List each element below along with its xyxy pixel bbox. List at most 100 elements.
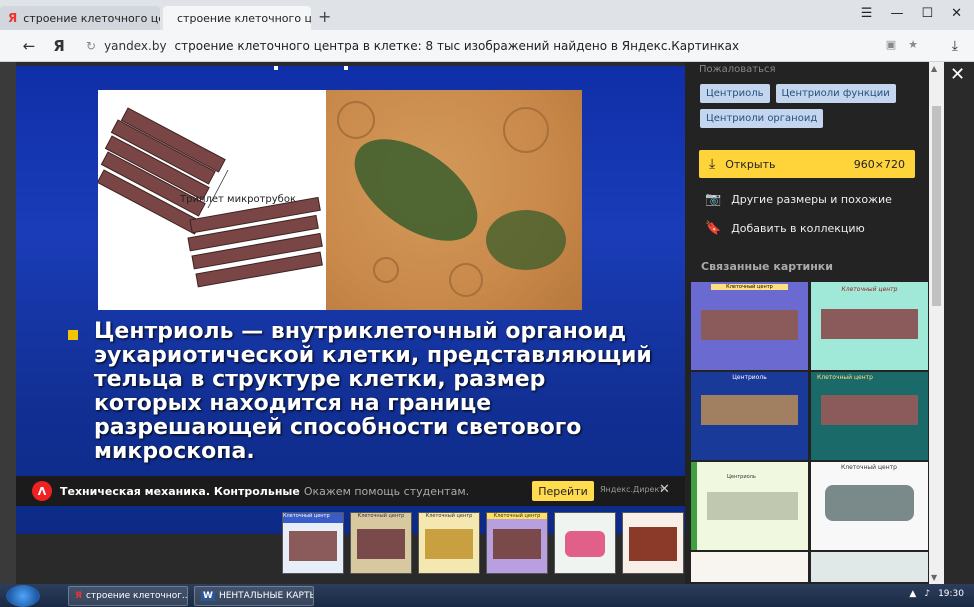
taskbar-browser-item[interactable]: Я строение клеточног... — [68, 585, 188, 606]
image-info-panel: Пожаловаться Центриоль Центриоли функции… — [685, 62, 944, 584]
ad-direct-label: Яндекс.Директ — [600, 485, 664, 494]
tab-2-active[interactable]: строение клеточного це × — [163, 6, 311, 30]
window-controls: ☰ — ☐ ✕ — [861, 6, 974, 21]
micrograph-drawing — [337, 101, 566, 297]
word-app-icon: W — [201, 590, 215, 601]
related-image-title: Центриоль — [727, 474, 756, 480]
scroll-up-icon[interactable]: ▲ — [931, 64, 937, 73]
microtubule-illustration: Триплет микротрубок — [96, 90, 326, 310]
slide-top-marks — [274, 66, 348, 70]
open-image-button[interactable]: ⤓ Открыть 960×720 — [699, 150, 915, 178]
ad-text: Окажем помощь студентам. — [303, 484, 470, 498]
tag-list: Центриоль Центриоли функции Центриоли ор… — [700, 84, 930, 128]
other-sizes-label: Другие размеры и похожие — [731, 193, 892, 206]
tab-2-title: строение клеточного це — [177, 11, 311, 25]
thumbnail-title: Клеточный центр — [357, 513, 405, 519]
bookmark-star-icon[interactable]: ★ — [908, 38, 918, 51]
address-page-title: строение клеточного центра в клетке: 8 т… — [174, 39, 740, 53]
slide-bullet-icon — [68, 330, 78, 340]
related-image[interactable] — [811, 552, 928, 582]
maximize-icon[interactable]: ☐ — [921, 6, 933, 21]
minimize-icon[interactable]: — — [890, 6, 903, 21]
tab-1[interactable]: Я строение клеточного цен × — [0, 6, 160, 30]
taskbar-item-label: строение клеточног... — [85, 590, 188, 601]
related-image[interactable]: Клеточный центр — [811, 462, 928, 550]
electron-micrograph — [326, 90, 582, 310]
tag-item[interactable]: Центриоли органоид — [700, 109, 824, 128]
related-image[interactable]: Клеточный центр — [811, 282, 928, 370]
panel-scrollbar[interactable]: ▲ ▼ — [929, 62, 944, 584]
microtubule-drawing: Триплет микротрубок — [96, 107, 323, 288]
start-button-icon[interactable] — [6, 584, 40, 607]
related-image[interactable]: Клеточный центр — [811, 372, 928, 460]
open-size: 960×720 — [853, 157, 905, 171]
illustration-label: Триплет микротрубок — [179, 194, 296, 205]
page-content: Триплет микротрубок Центриоль — внутрикл… — [0, 62, 974, 584]
slide-text: Центриоль — внутриклеточный органоид эук… — [94, 319, 652, 464]
clock[interactable]: 19:30 — [938, 589, 964, 599]
close-window-icon[interactable]: ✕ — [951, 6, 962, 21]
bottom-thumbnails: Клеточный центр Клеточный центр Клеточны… — [282, 512, 684, 576]
related-image[interactable] — [691, 552, 808, 582]
address-domain: yandex.by — [104, 39, 167, 53]
yandex-logo-icon[interactable]: Я — [44, 37, 74, 55]
related-image-title: Клеточный центр — [817, 374, 873, 381]
related-image-title: Клеточный центр — [841, 464, 897, 471]
download-icon[interactable]: ⤓ — [952, 38, 958, 54]
related-image-title: Клеточный центр — [841, 286, 898, 293]
scroll-thumb[interactable] — [932, 106, 941, 306]
illustration-label-text: Триплет микротрубок — [179, 194, 296, 205]
thumbnail-item[interactable]: Клеточный центр — [350, 512, 412, 574]
ad-banner[interactable]: Λ Техническая механика. Контрольные Окаж… — [16, 476, 685, 506]
back-arrow-icon[interactable]: ← — [14, 37, 44, 55]
camera-icon: 📷 — [705, 192, 722, 207]
related-images-heading: Связанные картинки — [701, 260, 833, 273]
related-image[interactable]: Центриоль — [691, 372, 808, 460]
new-tab-plus-icon[interactable]: + — [318, 7, 331, 26]
ad-close-icon[interactable]: ✕ — [659, 482, 670, 497]
ad-logo-icon: Λ — [32, 481, 52, 501]
ad-title[interactable]: Техническая механика. Контрольные — [60, 485, 300, 498]
taskbar-item-label: НЕНТАЛЬНЫЕ КАРТЫ... — [218, 590, 313, 601]
thumbnail-title: Клеточный центр — [425, 513, 473, 519]
thumbnail-item[interactable] — [622, 512, 684, 574]
browser-tab-bar: Я строение клеточного цен × строение кле… — [0, 0, 974, 30]
download-arrow-icon: ⤓ — [709, 156, 716, 172]
system-tray: ▲ ♪ 19:30 — [909, 589, 964, 599]
thumbnail-item[interactable]: Клеточный центр — [282, 512, 344, 574]
report-link[interactable]: Пожаловаться — [699, 64, 776, 75]
thumbnail-item[interactable]: Клеточный центр — [418, 512, 480, 574]
tag-item[interactable]: Центриоли функции — [775, 84, 896, 103]
add-collection-link[interactable]: 🔖 Добавить в коллекцию — [705, 221, 865, 236]
thumbnail-title: Клеточный центр — [283, 513, 343, 523]
other-sizes-link[interactable]: 📷 Другие размеры и похожие — [705, 192, 892, 207]
address-bar[interactable]: ↻ yandex.by строение клеточного центра в… — [86, 34, 928, 58]
thumbnail-item[interactable] — [554, 512, 616, 574]
yandex-favicon-icon: Я — [8, 11, 18, 25]
viewer-close-icon[interactable]: ✕ — [950, 64, 965, 85]
add-collection-label: Добавить в коллекцию — [731, 222, 865, 235]
tableau-icon[interactable]: ▣ — [886, 38, 896, 51]
browser-toolbar: ← Я ↻ yandex.by строение клеточного цент… — [0, 30, 974, 62]
tab-1-title: строение клеточного цен — [23, 11, 160, 25]
tray-network-icon[interactable]: ▲ — [909, 589, 916, 599]
image-viewer[interactable]: Триплет микротрубок Центриоль — внутрикл… — [16, 66, 685, 534]
address-actions: ▣ ★ — [886, 38, 918, 51]
bookmark-icon: 🔖 — [705, 221, 722, 236]
thumbnail-item[interactable]: Клеточный центр — [486, 512, 548, 574]
open-label: Открыть — [725, 157, 776, 171]
related-image-title: Клеточный центр — [711, 284, 788, 290]
os-taskbar: Я строение клеточног... W НЕНТАЛЬНЫЕ КАР… — [0, 584, 974, 607]
ad-go-button[interactable]: Перейти — [532, 481, 594, 501]
tag-item[interactable]: Центриоль — [700, 84, 770, 103]
related-image[interactable]: Клеточный центр — [691, 282, 808, 370]
reload-icon[interactable]: ↻ — [86, 39, 96, 53]
related-image-title: Центриоль — [732, 374, 767, 381]
taskbar-word-item[interactable]: W НЕНТАЛЬНЫЕ КАРТЫ... — [194, 585, 314, 606]
scroll-down-icon[interactable]: ▼ — [931, 573, 937, 582]
menu-icon[interactable]: ☰ — [861, 6, 873, 21]
thumbnail-title: Клеточный центр — [487, 513, 547, 519]
tray-volume-icon[interactable]: ♪ — [924, 589, 930, 599]
related-image[interactable]: Центриоль — [691, 462, 808, 550]
left-page-strip — [0, 62, 16, 584]
